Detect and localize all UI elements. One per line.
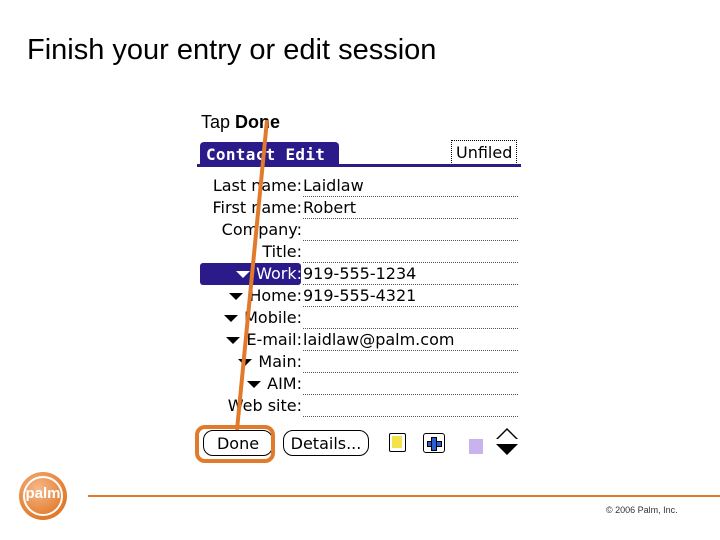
slide-title: Finish your entry or edit session	[27, 34, 437, 66]
contact-field-row: First name: Robert	[197, 197, 521, 219]
contact-field-row: Title:	[197, 241, 521, 263]
field-value-input[interactable]: Robert	[303, 197, 518, 219]
dropdown-triangle-icon[interactable]	[229, 293, 243, 300]
field-label[interactable]: Home:	[249, 285, 302, 307]
field-value-input[interactable]	[303, 351, 518, 373]
dropdown-triangle-icon[interactable]	[236, 271, 250, 278]
field-value-input[interactable]	[303, 373, 518, 395]
done-highlight-frame	[195, 425, 275, 463]
note-icon[interactable]	[389, 433, 406, 452]
dropdown-triangle-icon[interactable]	[226, 337, 240, 344]
field-label[interactable]: Main:	[258, 351, 302, 373]
contact-field-row: Web site:	[197, 395, 521, 417]
field-label[interactable]: Mobile:	[244, 307, 302, 329]
hint-text: Tap Done	[201, 112, 280, 133]
field-label: Title:	[262, 242, 302, 261]
field-label[interactable]: Work:	[256, 263, 302, 285]
field-value-input[interactable]: 919-555-1234	[303, 263, 518, 285]
hint-bold: Done	[235, 112, 281, 132]
category-picker[interactable]: Unfiled	[451, 140, 518, 163]
field-value-input[interactable]	[303, 307, 518, 329]
field-label: Web site:	[227, 396, 302, 415]
field-label: Last name:	[212, 176, 302, 195]
details-button[interactable]: Details...	[283, 430, 369, 456]
copyright: © 2006 Palm, Inc.	[606, 505, 678, 515]
dropdown-triangle-icon[interactable]	[247, 381, 261, 388]
field-label: First name:	[212, 198, 302, 217]
field-value-input[interactable]	[303, 241, 518, 263]
field-value-input[interactable]: Laidlaw	[303, 175, 518, 197]
contact-field-row: E-mail: laidlaw@palm.com	[197, 329, 521, 351]
dropdown-triangle-icon[interactable]	[224, 315, 238, 322]
graffiti-indicator	[469, 439, 483, 454]
palm-screen: Contact Edit Unfiled Last name: Laidlaw Fi…	[197, 140, 521, 460]
scroll-down-icon[interactable]	[496, 444, 518, 455]
plus-icon[interactable]	[423, 433, 445, 453]
form-title: Contact Edit	[200, 142, 339, 167]
contact-field-row: Home: 919-555-4321	[197, 285, 521, 307]
dropdown-triangle-icon[interactable]	[238, 359, 252, 366]
contact-field-row: Main:	[197, 351, 521, 373]
logo-text: palm	[25, 485, 61, 502]
field-label[interactable]: E-mail:	[246, 329, 302, 351]
field-value-input[interactable]	[303, 219, 518, 241]
footer-rule	[88, 495, 720, 497]
contact-field-row: Company:	[197, 219, 521, 241]
field-value-input[interactable]: laidlaw@palm.com	[303, 329, 518, 351]
contact-field-row: AIM:	[197, 373, 521, 395]
contact-field-row: Mobile:	[197, 307, 521, 329]
field-label: Company:	[221, 220, 302, 239]
field-value-input[interactable]: 919-555-4321	[303, 285, 518, 307]
field-value-input[interactable]	[303, 395, 518, 417]
contact-field-row: Last name: Laidlaw	[197, 175, 521, 197]
palm-logo: palm	[19, 472, 67, 520]
field-label[interactable]: AIM:	[267, 373, 302, 395]
hint-prefix: Tap	[201, 112, 236, 132]
contact-field-row: Work: 919-555-1234	[197, 263, 521, 285]
